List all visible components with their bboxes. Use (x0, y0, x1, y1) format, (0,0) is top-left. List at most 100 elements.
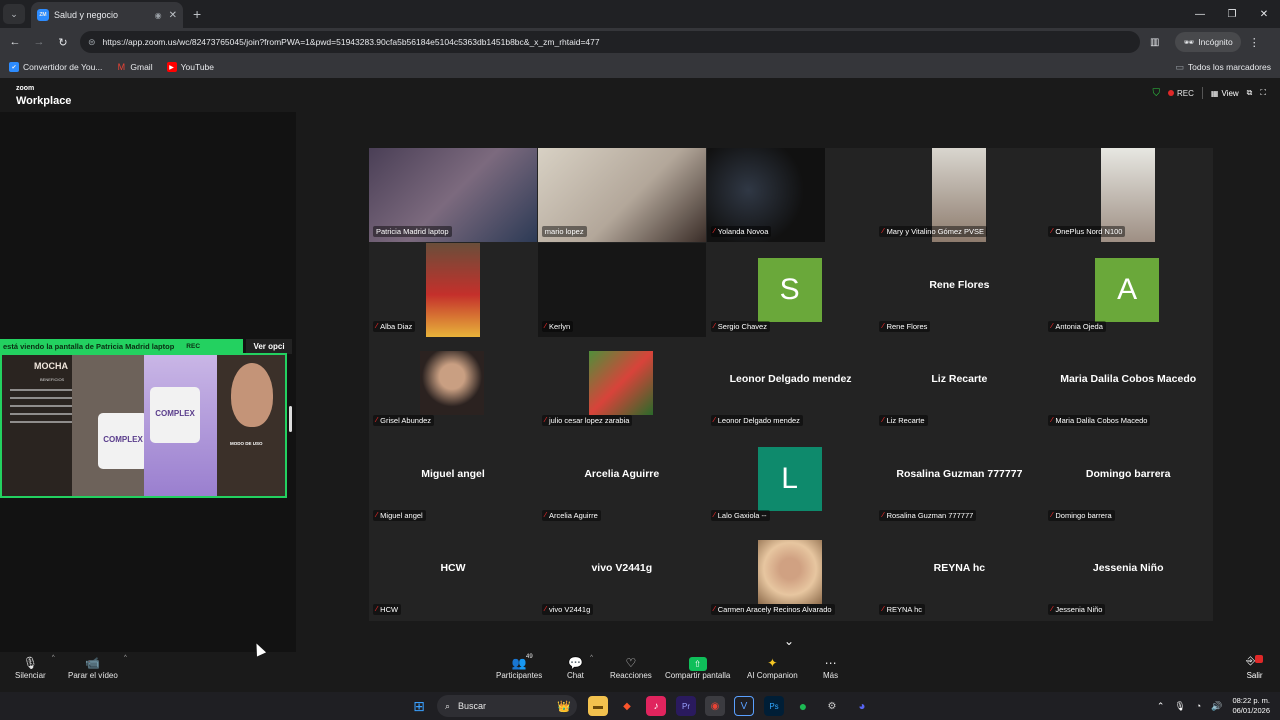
bookmark-youtube[interactable]: ▶ YouTube (166, 62, 214, 72)
video-camera-icon: 📹 (85, 656, 101, 670)
reload-icon[interactable]: ↻ (51, 36, 75, 49)
participant-tile[interactable]: ⁄ julio cesar lopez zarabia (537, 337, 706, 432)
recording-indicator[interactable]: REC (1168, 89, 1194, 98)
participant-tile[interactable]: ⁄ OnePlus Nord N100 (1044, 148, 1213, 242)
volume-icon[interactable]: 🔊 (1211, 701, 1222, 712)
ai-label: AI Companion (747, 671, 798, 680)
mute-button[interactable]: 🎙 Silenciar ^ (15, 655, 55, 680)
chat-button[interactable]: 💬 Chat ^ (567, 655, 593, 680)
participant-tile[interactable]: ⁄ Carmen Aracely Recinos Alvarado (706, 526, 875, 621)
vscode-icon[interactable]: V (734, 696, 754, 716)
participant-name: Maria Dalila Cobos Macedo (1055, 416, 1148, 426)
minimize-icon[interactable]: — (1184, 0, 1216, 28)
tab-audio-icon[interactable]: ◉ (155, 11, 162, 20)
incognito-badge[interactable]: 🕶 Incógnito (1175, 32, 1241, 52)
file-explorer-icon[interactable]: ▬ (588, 696, 608, 716)
reactions-button[interactable]: ♡ Reacciones (610, 655, 652, 680)
tab-search-button[interactable]: ⌄ (3, 4, 25, 24)
chevron-down-icon[interactable]: ⌄ (784, 634, 794, 648)
participant-tile[interactable]: A ⁄ Antonia Ojeda (1044, 242, 1213, 337)
participant-tile[interactable]: Rene Flores ⁄ Rene Flores (875, 242, 1044, 337)
tray-microphone-icon[interactable]: 🎙 (1174, 701, 1185, 712)
ai-companion-button[interactable]: ✦ AI Companion (747, 655, 798, 680)
more-button[interactable]: ⋯ Más (823, 655, 838, 680)
participant-tile[interactable]: S ⁄ Sergio Chavez (706, 242, 875, 337)
participant-tile[interactable]: Maria Dalila Cobos Macedo ⁄ Maria Dalila C… (1044, 337, 1213, 432)
side-panel-icon[interactable]: ▥ (1150, 37, 1159, 48)
participant-tile[interactable]: Jessenia Niño ⁄ Jessenia Niño (1044, 526, 1213, 621)
leave-button[interactable]: ⎆ Salir (1246, 655, 1263, 680)
mic-muted-icon: ⁄ (544, 322, 546, 330)
participant-tile[interactable]: Domingo barrera ⁄ Domingo barrera (1044, 431, 1213, 526)
windows-start-icon[interactable]: ⊞ (409, 696, 429, 716)
picture-in-picture-icon[interactable]: ⧉ (1247, 88, 1253, 98)
encryption-shield-icon[interactable]: ⛉ (1153, 88, 1161, 99)
participant-display-name: Leonor Delgado mendez (729, 373, 852, 386)
participant-tile[interactable]: ⁄ Yolanda Novoa (706, 148, 875, 242)
participant-name: julio cesar lopez zarabia (548, 416, 630, 426)
tab-close-icon[interactable]: ✕ (169, 10, 177, 21)
caret-up-icon[interactable]: ^ (52, 655, 55, 661)
back-icon[interactable]: ← (3, 36, 27, 48)
brave-icon[interactable]: ◆ (617, 696, 637, 716)
caret-up-icon[interactable]: ^ (124, 655, 127, 661)
participant-name: Alba Diaz (380, 321, 413, 331)
participant-tile[interactable]: ⁄ Alba Diaz (369, 242, 537, 337)
address-bar[interactable]: ⊜ https://app.zoom.us/wc/82473765045/joi… (80, 31, 1140, 53)
discord-icon[interactable]: ◕ (852, 696, 872, 716)
spotify-icon[interactable]: ● (793, 696, 813, 716)
bookmark-converter[interactable]: ✔ Convertidor de You... (9, 62, 102, 72)
mic-muted-icon: ⁄ (1051, 417, 1053, 425)
forward-icon[interactable]: → (27, 36, 51, 48)
panel-resize-handle[interactable] (289, 406, 292, 432)
mic-muted-icon: ⁄ (713, 322, 715, 330)
participant-tile[interactable]: Liz Recarte ⁄ Liz Recarte (875, 337, 1044, 432)
participant-tile[interactable]: Leonor Delgado mendez ⁄ Leonor Delgado men… (706, 337, 875, 432)
restore-icon[interactable]: ❐ (1216, 0, 1248, 28)
participants-label: Participantes (496, 671, 543, 680)
system-tray: ⌃ 🎙 ◔ 🔊 08:22 p. m. 06/01/2026 (1157, 692, 1270, 720)
taskbar-search[interactable]: ⌕ Buscar 👑 (437, 695, 577, 717)
participant-tile[interactable]: Rosalina Guzman 777777 ⁄ Rosalina Guzman 7… (875, 431, 1044, 526)
tiktok-icon[interactable]: ♪ (646, 696, 666, 716)
all-bookmarks[interactable]: ▭ Todos los marcadores (1175, 56, 1271, 78)
mic-muted-icon: ⁄ (544, 511, 546, 519)
settings-gear-icon[interactable]: ⚙ (822, 696, 842, 716)
stop-video-button[interactable]: 📹 Parar el vídeo ^ (68, 655, 127, 680)
fullscreen-icon[interactable]: ⛶ (1260, 88, 1266, 98)
window-close-icon[interactable]: ✕ (1248, 0, 1280, 28)
participant-tile[interactable]: REYNA hc ⁄ REYNA hc (875, 526, 1044, 621)
tray-chevron-icon[interactable]: ⌃ (1157, 701, 1165, 712)
participant-tile[interactable]: L ⁄ Lalo Gaxiola -- (706, 431, 875, 526)
participant-tile[interactable]: HCW ⁄ HCW (369, 526, 537, 621)
more-dots-icon: ⋯ (824, 656, 837, 670)
participant-tile[interactable]: ⁄ Kerlyn (537, 242, 706, 337)
participant-tile[interactable]: Arcelia Aguirre ⁄ Arcelia Aguirre (537, 431, 706, 526)
view-options-button[interactable]: Ver opci (246, 339, 292, 354)
participant-tile[interactable]: Miguel angel ⁄ Miguel angel (369, 431, 537, 526)
shared-screen[interactable]: MOCHA BENEFICIOS COMPLEX COMPLEX MODO DE… (0, 353, 287, 498)
caret-up-icon[interactable]: ^ (590, 655, 593, 661)
participant-name-tag: ⁄ Maria Dalila Cobos Macedo (1048, 415, 1151, 427)
participant-tile[interactable]: mario lopez (537, 148, 706, 242)
participants-button[interactable]: 👥 49 Participantes (496, 654, 543, 680)
taskbar-clock[interactable]: 08:22 p. m. 06/01/2026 (1232, 696, 1270, 716)
slide-text-line (10, 413, 80, 415)
participant-tile[interactable]: vivo V2441g ⁄ vivo V2441g (537, 526, 706, 621)
participant-name: Lalo Gaxiola -- (717, 510, 767, 520)
new-tab-button[interactable]: + (193, 6, 201, 22)
browser-tab[interactable]: ZM Salud y negocio ◉ ✕ (31, 2, 183, 28)
share-screen-button[interactable]: ⇧ Compartir pantalla (665, 655, 730, 680)
site-info-icon[interactable]: ⊜ (88, 37, 96, 48)
participant-tile[interactable]: ⁄ Grisel Abundez (369, 337, 537, 432)
browser-menu-icon[interactable]: ⋮ (1249, 36, 1260, 49)
participant-tile[interactable]: Patricia Madrid laptop (369, 148, 537, 242)
premiere-icon[interactable]: Pr (676, 696, 696, 716)
view-button[interactable]: ▦ View (1211, 89, 1239, 98)
chrome-icon[interactable]: ◉ (705, 696, 725, 716)
photoshop-icon[interactable]: Ps (764, 696, 784, 716)
wifi-icon[interactable]: ◔ (1196, 701, 1201, 711)
participant-name-tag: ⁄ Carmen Aracely Recinos Alvarado (710, 604, 835, 616)
bookmark-gmail[interactable]: M Gmail (116, 62, 153, 72)
participant-tile[interactable]: ⁄ Mary y Vitalino Gómez PVSE (875, 148, 1044, 242)
